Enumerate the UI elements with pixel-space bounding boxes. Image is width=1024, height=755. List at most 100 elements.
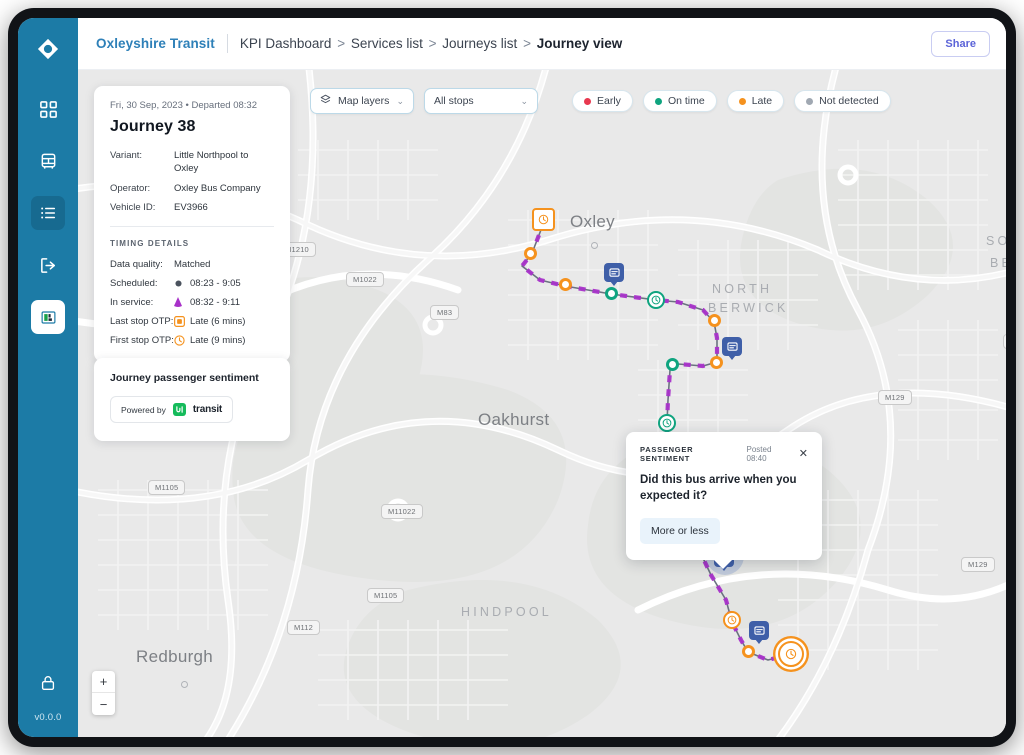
field-key: Vehicle ID:: [110, 202, 156, 214]
sentiment-pin[interactable]: [604, 263, 624, 282]
breadcrumb-item-services-list[interactable]: Services list: [351, 36, 423, 51]
legend-label-on-time: On time: [667, 95, 705, 107]
timing-value: 08:23 - 9:05: [190, 278, 241, 290]
orange-clock-icon: [532, 208, 555, 231]
sidebar-item-vehicles[interactable]: [31, 144, 65, 178]
chevron-down-icon: ⌄: [520, 95, 528, 106]
map-canvas[interactable]: Oxley Oakhurst Redburgh HINDPOOL NORTH B…: [78, 70, 1006, 737]
green-clock-icon: [658, 414, 676, 432]
device-frame: v0.0.0 Oxleyshire Transit KPI Dashboard …: [8, 8, 1016, 747]
stop-marker-late[interactable]: [708, 314, 721, 327]
stop-marker-late[interactable]: [524, 247, 537, 260]
late-color-dot: [738, 97, 746, 105]
legend-chip-on-time[interactable]: On time: [642, 90, 717, 112]
journey-meta: Fri, 30 Sep, 2023 • Departed 08:32: [110, 100, 257, 111]
sentiment-pin[interactable]: [749, 621, 769, 640]
field-value: EV3966: [174, 202, 208, 214]
popup-question: Did this bus arrive when you expected it…: [640, 474, 797, 503]
breadcrumb: KPI Dashboard > Services list > Journeys…: [240, 36, 622, 51]
zoom-in-button[interactable]: +: [92, 671, 115, 693]
stop-marker-on-time-clock[interactable]: [647, 291, 665, 309]
lock-icon[interactable]: [31, 666, 65, 700]
map-controls-row: Map layers ⌄ All stops ⌄ Early On time L…: [310, 88, 891, 114]
orange-clock-icon: [174, 335, 190, 346]
transit-brand-name: transit: [192, 404, 223, 415]
breadcrumb-item-journey-view: Journey view: [536, 36, 623, 51]
app-screen: v0.0.0 Oxleyshire Transit KPI Dashboard …: [18, 18, 1006, 737]
sidebar-item-dashboard[interactable]: [31, 92, 65, 126]
green-clock-icon: [647, 291, 665, 309]
legend-chip-not-detected[interactable]: Not detected: [794, 90, 891, 112]
popup-answer-chip[interactable]: More or less: [640, 517, 720, 544]
timing-details-title: TIMING DETAILS: [110, 239, 190, 249]
legend-label-not-detected: Not detected: [819, 95, 879, 107]
timing-value: Late (6 mins): [190, 316, 246, 328]
stop-marker-last-stop[interactable]: [532, 208, 555, 231]
stop-marker-late[interactable]: [559, 278, 572, 291]
popup-posted-time: Posted 08:40: [746, 445, 772, 463]
sidebar-footer: v0.0.0: [18, 666, 78, 723]
breadcrumb-item-journeys-list[interactable]: Journeys list: [442, 36, 517, 51]
powered-by-label: Powered by: [121, 404, 166, 415]
orange-clock-ring-icon: [778, 641, 804, 667]
stops-filter-select[interactable]: All stops ⌄: [424, 88, 538, 114]
sidebar-item-map-chip[interactable]: [31, 300, 65, 334]
sentiment-card-title: Journey passenger sentiment: [110, 372, 259, 384]
legend-label-early: Early: [597, 95, 621, 107]
divider: [110, 226, 274, 228]
field-value: Little Northpool to Oxley: [174, 150, 249, 174]
app-version: v0.0.0: [34, 712, 62, 723]
timing-scheduled: Scheduled: 08:23 - 9:05: [110, 278, 274, 289]
breadcrumb-separator: >: [337, 36, 346, 51]
timing-key: In service:: [110, 297, 154, 309]
sentiment-pin[interactable]: [722, 337, 742, 356]
stop-marker-late[interactable]: [710, 356, 723, 369]
share-button[interactable]: Share: [931, 30, 990, 57]
journey-info-panel: Fri, 30 Sep, 2023 • Departed 08:32 Journ…: [94, 86, 290, 363]
zoom-out-button[interactable]: −: [92, 693, 115, 715]
timing-value: 08:32 - 9:11: [190, 297, 241, 309]
on-time-color-dot: [654, 97, 662, 105]
comment-icon: [749, 621, 769, 640]
field-vehicle-id: Vehicle ID: EV3966: [110, 202, 274, 215]
powered-by-badge: Powered by transit: [110, 396, 234, 423]
orange-square-icon: [174, 316, 190, 328]
grey-dot-icon: [174, 279, 190, 288]
stop-marker-on-time[interactable]: [605, 287, 618, 300]
stops-filter-label: All stops: [434, 95, 474, 107]
stop-marker-on-time-clock[interactable]: [658, 414, 676, 432]
stop-marker-first-stop[interactable]: [778, 641, 804, 667]
timing-key: Scheduled:: [110, 278, 158, 290]
map-layers-select[interactable]: Map layers ⌄: [310, 88, 414, 114]
comment-icon: [722, 337, 742, 356]
timing-value: Matched: [174, 259, 211, 271]
timing-value: Late (9 mins): [190, 335, 246, 347]
timing-key: First stop OTP:: [110, 335, 174, 347]
sidebar-item-lists[interactable]: [31, 196, 65, 230]
page-title: Journey 38: [110, 118, 196, 135]
legend-chip-late[interactable]: Late: [726, 90, 785, 112]
timing-key: Data quality:: [110, 259, 163, 271]
layers-icon: [320, 94, 331, 108]
field-key: Variant:: [110, 150, 143, 161]
chevron-down-icon: ⌄: [396, 95, 404, 106]
breadcrumb-separator: >: [428, 36, 437, 51]
stop-marker-late[interactable]: [742, 645, 755, 658]
transit-logo-icon: [172, 403, 186, 416]
diamond-logo-icon[interactable]: [31, 32, 65, 66]
breadcrumb-item-kpi-dashboard[interactable]: KPI Dashboard: [240, 36, 332, 51]
sentiment-popup: PASSENGER SENTIMENT Posted 08:40 ✕ Did t…: [626, 432, 822, 569]
breadcrumb-separator: >: [523, 36, 531, 51]
stop-marker-on-time[interactable]: [666, 358, 679, 371]
legend-chip-early[interactable]: Early: [572, 90, 633, 112]
popup-header: PASSENGER SENTIMENT Posted 08:40 ✕: [640, 445, 808, 463]
not-detected-color-dot: [806, 97, 814, 105]
stop-marker-late-clock[interactable]: [723, 611, 741, 629]
field-key: Operator:: [110, 182, 151, 194]
purple-marker-icon: [174, 297, 190, 308]
divider: [226, 34, 228, 53]
comment-icon: [604, 263, 624, 282]
sidebar-item-logout[interactable]: [31, 248, 65, 282]
close-icon[interactable]: ✕: [799, 448, 808, 460]
early-color-dot: [584, 97, 591, 105]
